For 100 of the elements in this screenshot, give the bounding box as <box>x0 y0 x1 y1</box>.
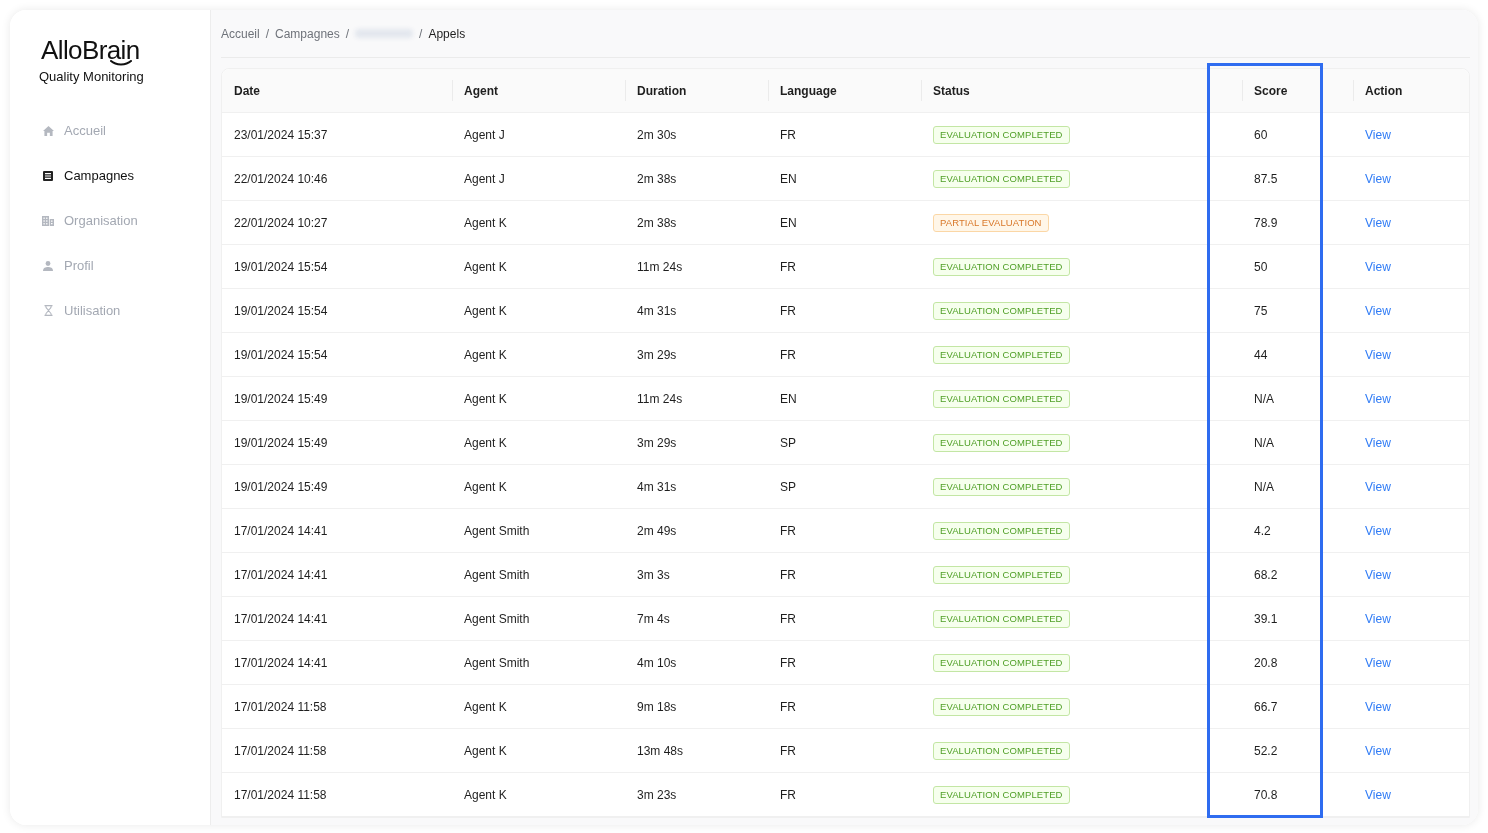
language-code: FR <box>780 654 796 672</box>
call-duration: 9m 18s <box>637 698 677 716</box>
score-value: 60 <box>1254 126 1268 144</box>
column-header: Agent <box>464 82 498 100</box>
score-value: 52.2 <box>1254 742 1278 760</box>
status-badge: EVALUATION COMPLETED <box>933 257 1070 276</box>
column-header: Duration <box>637 82 687 100</box>
agent-name: Agent Smith <box>464 522 530 540</box>
view-link[interactable]: View <box>1365 653 1391 672</box>
hourglass-icon <box>43 305 53 316</box>
view-link[interactable]: View <box>1365 213 1391 232</box>
score-value: 20.8 <box>1254 654 1278 672</box>
person-icon <box>43 260 53 271</box>
language-code: FR <box>780 786 796 804</box>
language-code: FR <box>780 126 796 144</box>
language-code: SP <box>780 434 796 452</box>
language-code: FR <box>780 302 796 320</box>
score-value: 75 <box>1254 302 1268 320</box>
call-date: 17/01/2024 14:41 <box>234 654 328 672</box>
sidebar-item[interactable]: Utilisation <box>42 302 121 319</box>
status-badge: EVALUATION COMPLETED <box>933 785 1070 804</box>
call-duration: 7m 4s <box>637 610 670 628</box>
column-header: Score <box>1254 82 1288 100</box>
view-link[interactable]: View <box>1365 741 1391 760</box>
agent-name: Agent Smith <box>464 610 530 628</box>
view-link[interactable]: View <box>1365 389 1391 408</box>
breadcrumb-link[interactable]: Accueil <box>221 24 260 43</box>
status-badge: EVALUATION COMPLETED <box>933 433 1070 452</box>
view-link[interactable]: View <box>1365 301 1391 320</box>
score-value: 50 <box>1254 258 1268 276</box>
building-icon <box>42 215 54 226</box>
language-code: EN <box>780 390 797 408</box>
column-header: Action <box>1365 82 1403 100</box>
breadcrumb-link[interactable]: Campagnes <box>275 24 340 43</box>
sidebar-item[interactable]: Campagnes <box>42 167 135 184</box>
language-code: FR <box>780 346 796 364</box>
agent-name: Agent J <box>464 126 505 144</box>
view-link[interactable]: View <box>1365 785 1391 804</box>
view-link[interactable]: View <box>1365 477 1391 496</box>
view-link[interactable]: View <box>1365 521 1391 540</box>
agent-name: Agent K <box>464 214 507 232</box>
view-link[interactable]: View <box>1365 345 1391 364</box>
home-icon <box>42 125 54 136</box>
agent-name: Agent K <box>464 478 507 496</box>
list-icon <box>43 170 53 181</box>
status-badge: EVALUATION COMPLETED <box>933 169 1070 188</box>
view-link[interactable]: View <box>1365 169 1391 188</box>
status-badge: EVALUATION COMPLETED <box>933 653 1070 672</box>
call-duration: 13m 48s <box>637 742 684 760</box>
score-value: N/A <box>1254 390 1274 408</box>
status-badge: PARTIAL EVALUATION <box>933 213 1049 232</box>
score-value: N/A <box>1254 478 1274 496</box>
status-badge: EVALUATION COMPLETED <box>933 301 1070 320</box>
view-link[interactable]: View <box>1365 125 1391 144</box>
view-link[interactable]: View <box>1365 697 1391 716</box>
agent-name: Agent K <box>464 302 507 320</box>
call-date: 19/01/2024 15:49 <box>234 390 328 408</box>
sidebar-item[interactable]: Accueil <box>42 122 106 139</box>
call-duration: 3m 3s <box>637 566 670 584</box>
status-badge: EVALUATION COMPLETED <box>933 389 1070 408</box>
agent-name: Agent Smith <box>464 566 530 584</box>
smile-curve-icon <box>110 60 132 66</box>
status-badge: EVALUATION COMPLETED <box>933 477 1070 496</box>
call-duration: 4m 10s <box>637 654 677 672</box>
view-link[interactable]: View <box>1365 565 1391 584</box>
call-date: 23/01/2024 15:37 <box>234 126 328 144</box>
agent-name: Agent K <box>464 258 507 276</box>
call-date: 22/01/2024 10:27 <box>234 214 328 232</box>
breadcrumb-separator: / <box>345 25 350 43</box>
sidebar-item[interactable]: Organisation <box>42 212 138 229</box>
sidebar-item[interactable]: Profil <box>42 257 94 274</box>
language-code: FR <box>780 258 796 276</box>
language-code: EN <box>780 214 797 232</box>
call-date: 17/01/2024 14:41 <box>234 566 328 584</box>
app-subtitle: Quality Monitoring <box>39 69 144 85</box>
agent-name: Agent K <box>464 390 507 408</box>
call-duration: 11m 24s <box>637 258 683 276</box>
score-value: 4.2 <box>1254 522 1271 540</box>
status-badge: EVALUATION COMPLETED <box>933 565 1070 584</box>
score-value: 70.8 <box>1254 786 1278 804</box>
view-link[interactable]: View <box>1365 257 1391 276</box>
call-date: 17/01/2024 11:58 <box>234 742 327 760</box>
call-date: 17/01/2024 14:41 <box>234 522 328 540</box>
call-date: 19/01/2024 15:49 <box>234 478 328 496</box>
agent-name: Agent K <box>464 786 507 804</box>
call-duration: 2m 38s <box>637 170 677 188</box>
call-duration: 3m 29s <box>637 434 677 452</box>
call-date: 19/01/2024 15:49 <box>234 434 328 452</box>
view-link[interactable]: View <box>1365 609 1391 628</box>
language-code: FR <box>780 698 796 716</box>
view-link[interactable]: View <box>1365 433 1391 452</box>
call-duration: 11m 24s <box>637 390 683 408</box>
language-code: FR <box>780 566 796 584</box>
status-badge: EVALUATION COMPLETED <box>933 521 1070 540</box>
score-value: 87.5 <box>1254 170 1278 188</box>
call-date: 17/01/2024 11:58 <box>234 698 327 716</box>
breadcrumb-separator: / <box>419 25 423 43</box>
breadcrumb-current: Appels <box>428 25 466 43</box>
status-badge: EVALUATION COMPLETED <box>933 125 1070 144</box>
status-badge: EVALUATION COMPLETED <box>933 741 1070 760</box>
